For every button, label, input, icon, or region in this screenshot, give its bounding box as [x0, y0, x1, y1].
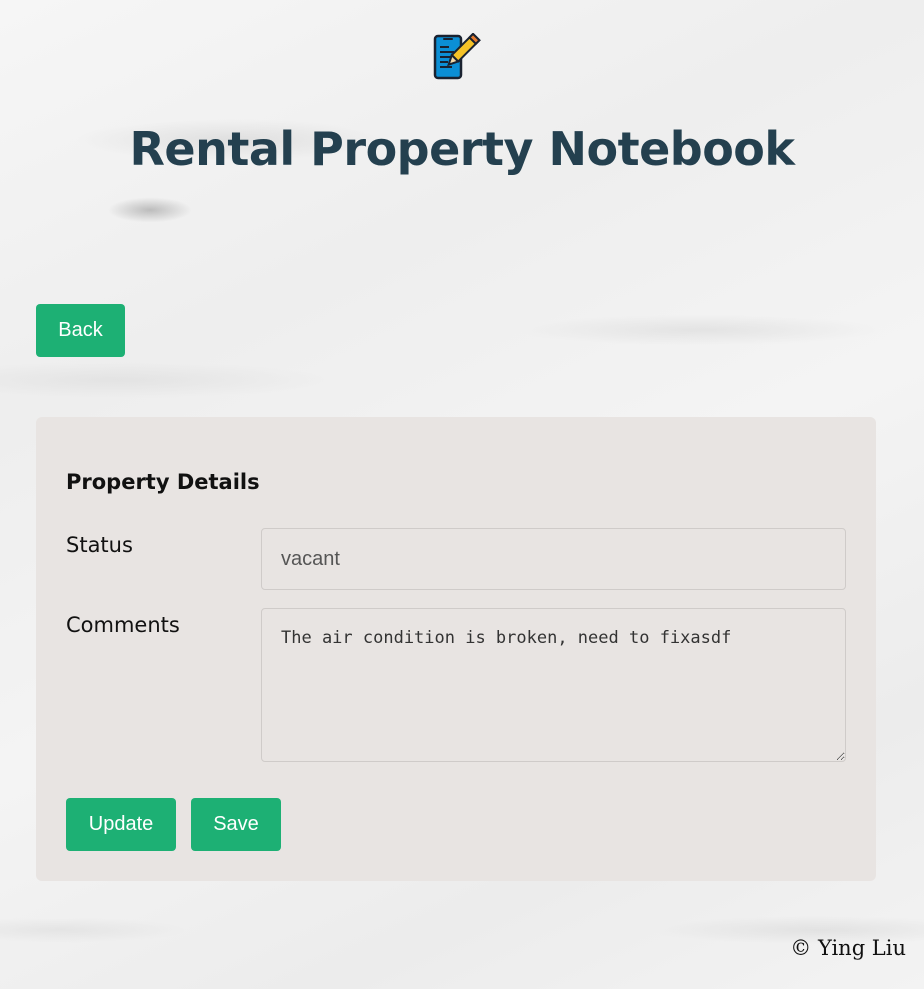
page-title: Rental Property Notebook: [129, 122, 796, 176]
status-input[interactable]: [261, 528, 846, 590]
copyright-footer: © Ying Liu: [790, 936, 906, 960]
back-button[interactable]: Back: [36, 304, 125, 357]
status-label: Status: [66, 533, 133, 557]
property-details-card: Property Details Status Comments The air…: [36, 417, 876, 881]
comments-textarea[interactable]: The air condition is broken, need to fix…: [261, 608, 846, 762]
comments-label: Comments: [66, 613, 180, 637]
card-title: Property Details: [66, 470, 260, 494]
phone-notebook-pencil-icon: [433, 32, 481, 81]
update-button[interactable]: Update: [66, 798, 176, 851]
save-button[interactable]: Save: [191, 798, 281, 851]
